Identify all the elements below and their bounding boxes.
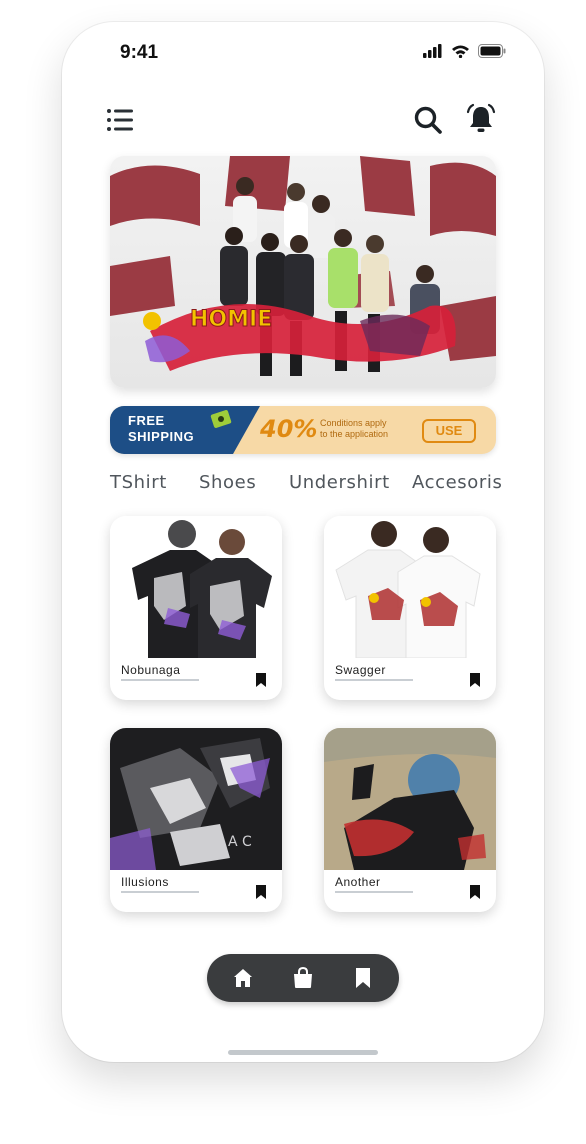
promo-condition-line1: Conditions apply	[320, 418, 387, 428]
product-name: Illusions	[121, 875, 169, 889]
product-card-another[interactable]: Another	[324, 728, 496, 912]
promo-banner[interactable]: FREE SHIPPING 40% Conditions apply to th…	[110, 406, 496, 454]
hero-artwork: HOMIE	[110, 156, 496, 376]
promo-use-button[interactable]: USE	[422, 419, 476, 443]
hero-banner[interactable]: HOMIE	[110, 156, 496, 388]
status-icons	[423, 44, 506, 58]
category-tab-shoes[interactable]: Shoes	[199, 472, 256, 493]
menu-icon	[107, 109, 133, 131]
bottom-nav	[207, 954, 399, 1002]
category-tab-tshirt[interactable]: TShirt	[110, 472, 167, 493]
product-name: Another	[335, 875, 381, 889]
home-icon	[234, 969, 252, 987]
bookmark-button[interactable]	[255, 884, 267, 900]
print-letters: A C	[228, 834, 252, 850]
bag-icon	[294, 966, 312, 988]
product-divider	[121, 891, 199, 893]
product-image: A C	[110, 728, 282, 870]
bookmark-icon	[470, 885, 480, 899]
product-name: Nobunaga	[121, 663, 181, 677]
notification-button[interactable]	[464, 102, 498, 136]
search-icon	[414, 106, 442, 134]
search-button[interactable]	[412, 104, 444, 136]
shipping-box-icon	[210, 410, 232, 428]
bookmark-icon	[470, 673, 480, 687]
promo-free-line1: FREE	[128, 413, 165, 428]
signal-icon	[423, 44, 442, 58]
status-time: 9:41	[120, 42, 159, 63]
bell-icon	[466, 103, 496, 132]
battery-icon	[478, 44, 506, 58]
page-background: 9:41 HOMIE FREE SHIPPING 40% Conditions …	[0, 0, 586, 1144]
bookmark-icon	[256, 885, 266, 899]
bookmark-button[interactable]	[469, 884, 481, 900]
menu-button[interactable]	[106, 106, 136, 134]
product-name: Swagger	[335, 663, 386, 677]
promo-free-line2: SHIPPING	[128, 429, 195, 444]
promo-percent: 40%	[260, 415, 318, 443]
bookmark-icon	[356, 968, 370, 988]
phone-frame: 9:41 HOMIE FREE SHIPPING 40% Conditions …	[62, 22, 544, 1062]
product-card-swagger[interactable]: Swagger	[324, 516, 496, 700]
product-divider	[121, 679, 199, 681]
hero-graffiti-text: HOMIE	[190, 307, 272, 332]
bookmark-button[interactable]	[255, 672, 267, 688]
product-card-illusions[interactable]: A C Illusions	[110, 728, 282, 912]
nav-bookmark-button[interactable]	[351, 966, 375, 990]
wifi-icon	[452, 45, 469, 58]
product-image	[110, 516, 282, 658]
home-indicator	[228, 1050, 378, 1055]
nav-home-button[interactable]	[231, 966, 255, 990]
product-image	[324, 728, 496, 870]
promo-conditions: Conditions apply to the application	[320, 418, 388, 440]
product-image	[324, 516, 496, 658]
nav-bag-button[interactable]	[291, 966, 315, 990]
bookmark-button[interactable]	[469, 672, 481, 688]
product-card-nobunaga[interactable]: Nobunaga	[110, 516, 282, 700]
promo-free-shipping-label: FREE SHIPPING	[128, 413, 194, 445]
product-divider	[335, 891, 413, 893]
product-divider	[335, 679, 413, 681]
category-tab-undershirt[interactable]: Undershirt	[289, 472, 390, 493]
category-tabs: TShirt Shoes Undershirt Accesoris	[110, 472, 502, 498]
promo-condition-line2: to the application	[320, 429, 389, 439]
category-tab-accesoris[interactable]: Accesoris	[412, 472, 502, 493]
bookmark-icon	[256, 673, 266, 687]
